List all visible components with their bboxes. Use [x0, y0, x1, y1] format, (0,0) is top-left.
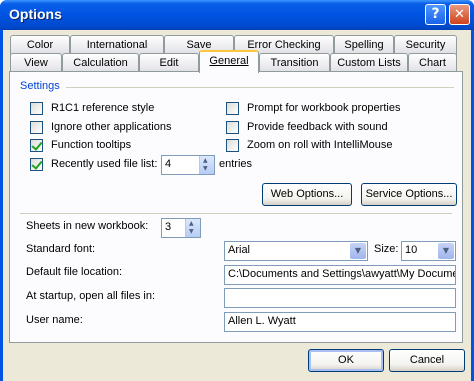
- r1c1-checkbox[interactable]: [30, 102, 43, 115]
- prompt-props-label: Prompt for workbook properties: [247, 102, 401, 114]
- prompt-props-checkbox[interactable]: [226, 102, 239, 115]
- spin-down-icon[interactable]: ▼: [203, 165, 208, 172]
- help-button[interactable]: ?: [425, 4, 446, 25]
- startup-folder-input[interactable]: [224, 288, 456, 308]
- general-panel: Settings R1C1 reference style Ignore oth…: [9, 71, 463, 343]
- spin-down-icon[interactable]: ▼: [189, 228, 194, 235]
- tab-chart[interactable]: Chart: [408, 53, 457, 73]
- startup-folder-label: At startup, open all files in:: [26, 290, 156, 302]
- default-location-input[interactable]: C:\Documents and Settings\awyatt\My Docu…: [224, 265, 456, 285]
- tab-security[interactable]: Security: [394, 35, 457, 55]
- recent-files-count-input[interactable]: 4 ▲ ▼: [161, 155, 215, 175]
- recent-files-spinner[interactable]: ▲ ▼: [199, 156, 214, 174]
- ignore-apps-checkbox[interactable]: [30, 121, 43, 134]
- user-name-label: User name:: [26, 314, 83, 326]
- default-location-label: Default file location:: [26, 266, 122, 278]
- zoom-roll-checkbox[interactable]: [226, 139, 239, 152]
- sheets-count-input[interactable]: 3 ▲ ▼: [161, 218, 201, 238]
- zoom-roll-label: Zoom on roll with IntelliMouse: [247, 139, 393, 151]
- settings-divider: [66, 87, 454, 88]
- recent-files-label: Recently used file list:: [51, 158, 158, 170]
- tab-edit[interactable]: Edit: [139, 53, 199, 73]
- tab-calculation[interactable]: Calculation: [62, 53, 139, 73]
- spin-up-icon[interactable]: ▲: [203, 157, 208, 164]
- tab-spelling[interactable]: Spelling: [334, 35, 394, 55]
- ok-button[interactable]: OK: [308, 349, 384, 372]
- section-divider: [20, 213, 452, 214]
- r1c1-label: R1C1 reference style: [51, 102, 155, 114]
- ignore-apps-label: Ignore other applications: [51, 121, 172, 133]
- recent-files-checkbox[interactable]: [30, 158, 43, 171]
- sheets-label: Sheets in new workbook:: [26, 220, 149, 232]
- chevron-down-icon[interactable]: ▼: [350, 243, 366, 259]
- standard-font-label: Standard font:: [26, 243, 96, 255]
- cancel-button[interactable]: Cancel: [389, 349, 465, 372]
- standard-font-select[interactable]: Arial ▼: [224, 241, 368, 261]
- close-button[interactable]: ✕: [449, 4, 470, 25]
- tab-color[interactable]: Color: [10, 35, 70, 55]
- settings-group-label: Settings: [20, 80, 60, 92]
- window-title: Options: [9, 6, 62, 22]
- chevron-down-icon[interactable]: ▼: [438, 243, 454, 259]
- tab-custom-lists[interactable]: Custom Lists: [330, 53, 408, 73]
- function-tooltips-label: Function tooltips: [51, 139, 132, 151]
- service-options-button[interactable]: Service Options...: [361, 183, 457, 206]
- help-icon: ?: [431, 6, 440, 22]
- spin-up-icon[interactable]: ▲: [189, 220, 194, 227]
- user-name-input[interactable]: Allen L. Wyatt: [224, 312, 456, 332]
- dialog-body: Color International Save Error Checking …: [3, 30, 471, 381]
- tab-transition[interactable]: Transition: [259, 53, 330, 73]
- font-size-label: Size:: [374, 243, 399, 255]
- web-options-button[interactable]: Web Options...: [262, 183, 352, 206]
- function-tooltips-checkbox[interactable]: [30, 139, 43, 152]
- feedback-sound-checkbox[interactable]: [226, 121, 239, 134]
- title-bar[interactable]: Options ? ✕: [0, 0, 474, 30]
- tab-international[interactable]: International: [70, 35, 164, 55]
- sheets-spinner[interactable]: ▲ ▼: [185, 219, 200, 237]
- tab-view[interactable]: View: [10, 53, 62, 73]
- recent-files-suffix: entries: [219, 158, 253, 170]
- font-size-select[interactable]: 10 ▼: [401, 241, 456, 261]
- close-icon: ✕: [454, 7, 465, 22]
- tab-general[interactable]: General: [199, 50, 259, 73]
- feedback-sound-label: Provide feedback with sound: [247, 121, 388, 133]
- options-dialog: Options ? ✕ Color International Save Err…: [0, 0, 474, 381]
